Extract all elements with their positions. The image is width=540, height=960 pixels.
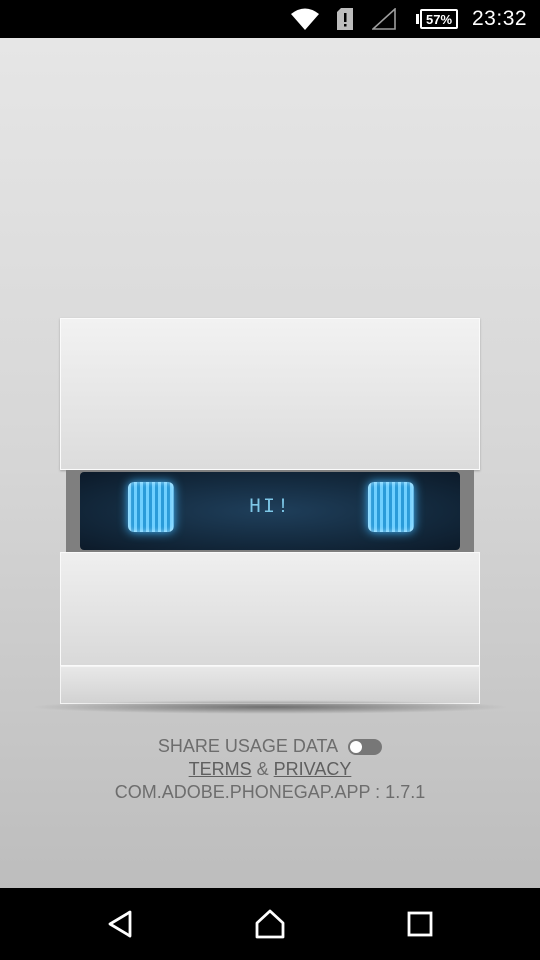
back-icon[interactable] [100,906,140,942]
device-top-panel [60,318,480,470]
device-base [60,666,480,704]
status-bar: 57% 23:32 [0,0,540,38]
device-screen: HI! [80,472,460,550]
app-content: HI! SHARE USAGE DATA TERMS & PRIVACY COM… [0,38,540,888]
legal-links-row: TERMS & PRIVACY [0,759,540,780]
device-bottom-panel [60,552,480,666]
sim-alert-icon [336,0,356,38]
app-version-text: COM.ADOBE.PHONEGAP.APP : 1.7.1 [114,782,426,802]
phonegap-device-illustration: HI! [30,318,510,714]
recent-apps-icon[interactable] [400,906,440,942]
share-usage-label: SHARE USAGE DATA [157,736,339,756]
right-eye-icon [368,482,414,532]
wifi-icon [290,0,322,38]
toggle-knob [350,740,363,753]
signal-icon [372,0,398,38]
device-shadow [30,700,510,714]
share-usage-row: SHARE USAGE DATA [0,736,540,757]
home-icon[interactable] [250,906,290,942]
clock-time: 23:32 [472,7,528,30]
navigation-bar [0,888,540,960]
privacy-link[interactable]: PRIVACY [274,759,352,779]
and-separator: & [251,759,274,779]
terms-link[interactable]: TERMS [189,759,252,779]
battery-icon: 57% [416,0,464,38]
share-usage-toggle[interactable] [348,738,383,755]
battery-percent: 57% [420,9,458,29]
